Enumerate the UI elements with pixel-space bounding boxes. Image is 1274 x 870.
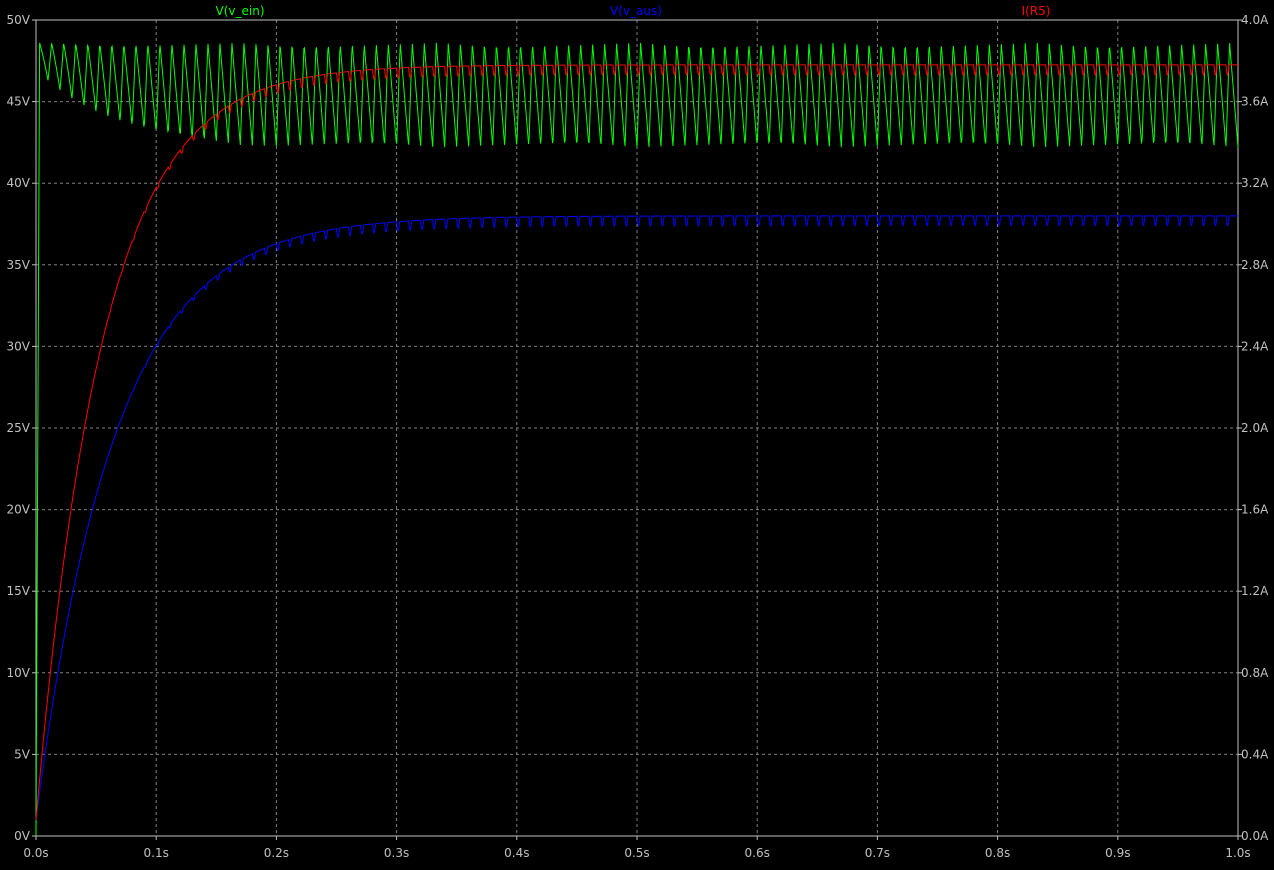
y-right-tick-label: 2.4A xyxy=(1241,339,1269,353)
x-tick-label: 1.0s xyxy=(1225,846,1250,860)
y-right-tick-label: 1.2A xyxy=(1241,584,1269,598)
y-left-tick-label: 45V xyxy=(7,95,31,109)
y-left-tick-label: 35V xyxy=(7,258,31,272)
y-left-tick-label: 0V xyxy=(14,829,31,843)
x-tick-label: 0.4s xyxy=(504,846,529,860)
y-right-tick-label: 1.6A xyxy=(1241,503,1269,517)
legend-entry-v-v-aus-[interactable]: V(v_aus) xyxy=(610,4,662,18)
legend[interactable]: V(v_ein) V(v_aus) I(R5) xyxy=(216,4,1051,18)
legend-entry-v-v-ein-[interactable]: V(v_ein) xyxy=(216,4,265,18)
y-left-tick-labels: 0V 5V 10V 15V 20V 25V 30V 35V 40V 45V 50V xyxy=(7,13,36,843)
legend-entry-i-r5-[interactable]: I(R5) xyxy=(1022,4,1051,18)
x-tick-label: 0.3s xyxy=(384,846,409,860)
x-tick-label: 0.2s xyxy=(264,846,289,860)
x-tick-label: 0.5s xyxy=(624,846,649,860)
y-right-tick-label: 3.6A xyxy=(1241,95,1269,109)
y-right-tick-label: 2.0A xyxy=(1241,421,1269,435)
chart-svg[interactable]: 0.0s 0.1s 0.2s 0.3s 0.4s 0.5s 0.6s 0.7s 0.8s 0.9s… xyxy=(0,0,1274,865)
y-right-tick-labels: 0.0A 0.4A 0.8A 1.2A 1.6A 2.0A 2.4A 2.8A 3.2A 3.6A… xyxy=(1238,13,1269,843)
y-left-tick-label: 40V xyxy=(7,176,31,190)
y-right-tick-label: 2.8A xyxy=(1241,258,1269,272)
y-left-tick-label: 50V xyxy=(7,13,31,27)
y-right-tick-label: 3.2A xyxy=(1241,176,1269,190)
x-tick-label: 0.6s xyxy=(745,846,770,860)
y-left-tick-label: 5V xyxy=(14,747,31,761)
y-right-tick-label: 0.0A xyxy=(1241,829,1269,843)
x-tick-labels: 0.0s 0.1s 0.2s 0.3s 0.4s 0.5s 0.6s 0.7s 0.8s 0.9s… xyxy=(23,836,1251,860)
x-tick-label: 0.9s xyxy=(1105,846,1130,860)
y-left-tick-label: 30V xyxy=(7,339,31,353)
x-tick-label: 0.1s xyxy=(144,846,169,860)
x-tick-label: 0.0s xyxy=(23,846,48,860)
y-left-tick-label: 10V xyxy=(7,666,31,680)
x-tick-label: 0.8s xyxy=(985,846,1010,860)
waveform-plot[interactable]: 0.0s 0.1s 0.2s 0.3s 0.4s 0.5s 0.6s 0.7s 0.8s 0.9s… xyxy=(0,0,1274,865)
y-right-tick-label: 0.8A xyxy=(1241,666,1269,680)
y-right-tick-label: 0.4A xyxy=(1241,747,1269,761)
y-left-tick-label: 25V xyxy=(7,421,31,435)
y-left-tick-label: 20V xyxy=(7,503,31,517)
x-tick-label: 0.7s xyxy=(865,846,890,860)
y-left-tick-label: 15V xyxy=(7,584,31,598)
y-right-tick-label: 4.0A xyxy=(1241,13,1269,27)
